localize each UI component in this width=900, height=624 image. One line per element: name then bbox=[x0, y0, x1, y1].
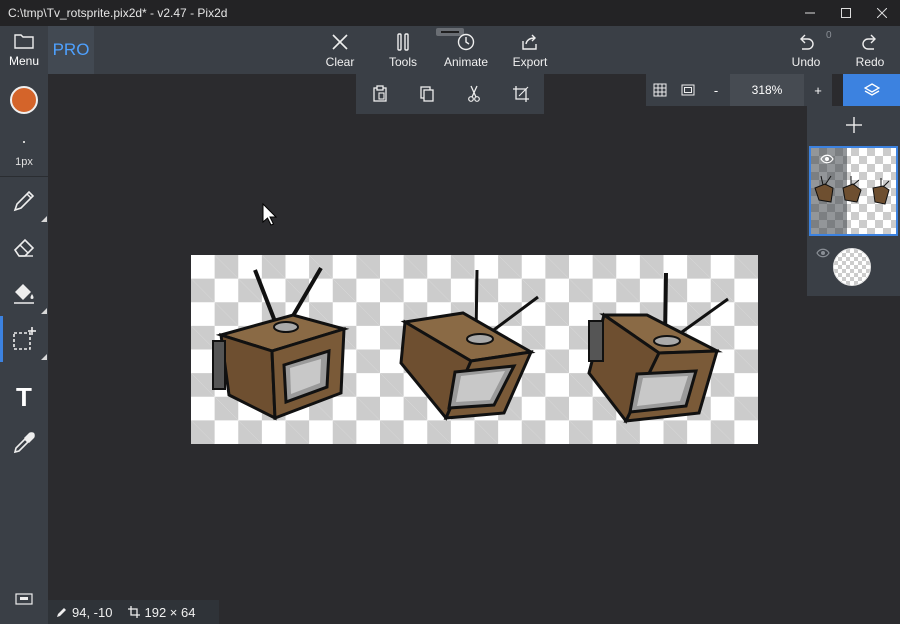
drawing-canvas[interactable] bbox=[191, 255, 758, 444]
redo-icon bbox=[862, 34, 876, 50]
eraser-icon bbox=[13, 238, 35, 257]
window-title: C:\tmp\Tv_rotsprite.pix2d* - v2.47 - Pix… bbox=[8, 6, 228, 20]
copy-icon bbox=[419, 86, 434, 102]
keyboard-icon bbox=[15, 593, 33, 605]
scissors-icon bbox=[467, 85, 480, 102]
fit-screen-button[interactable] bbox=[674, 74, 702, 106]
pencil-icon bbox=[13, 190, 35, 212]
cursor-position: 94, -10 bbox=[56, 605, 112, 620]
brush-size-label[interactable]: 1px bbox=[0, 156, 48, 168]
clock-icon bbox=[457, 33, 475, 50]
eyedropper-icon bbox=[13, 432, 35, 454]
paste-icon bbox=[372, 85, 387, 102]
clear-icon bbox=[332, 33, 348, 50]
divider bbox=[0, 176, 48, 177]
left-sidebar: 1px T bbox=[0, 74, 48, 624]
clear-label: Clear bbox=[325, 54, 355, 69]
menu-label: Menu bbox=[8, 54, 40, 68]
add-layer-button[interactable] bbox=[807, 106, 900, 144]
zoom-in-button[interactable]: + bbox=[804, 74, 832, 106]
tv-sprites-artwork bbox=[212, 266, 729, 424]
menu-button[interactable]: Menu bbox=[0, 26, 48, 74]
layer-thumbnail-2[interactable] bbox=[833, 248, 871, 286]
text-tool[interactable]: T bbox=[0, 374, 48, 420]
animate-button[interactable]: Animate bbox=[441, 26, 491, 74]
mouse-cursor-icon bbox=[262, 202, 278, 232]
text-icon: T bbox=[16, 381, 32, 412]
brush-preview bbox=[23, 141, 25, 143]
top-toolbar: PRO Clear Tools Animate Export Undo 0 Re… bbox=[0, 26, 900, 74]
layers-icon bbox=[863, 83, 880, 96]
canvas-size: 192 × 64 bbox=[128, 605, 195, 620]
tv-sprite-2 bbox=[399, 269, 539, 421]
crop-button[interactable] bbox=[497, 74, 544, 114]
plus-icon bbox=[845, 117, 862, 133]
status-bar: 94, -10 192 × 64 bbox=[48, 600, 220, 624]
pencil-tool[interactable] bbox=[0, 178, 48, 224]
maximize-button[interactable] bbox=[828, 0, 864, 26]
fill-tool[interactable] bbox=[0, 270, 48, 316]
undo-count: 0 bbox=[826, 30, 832, 41]
crop-icon bbox=[128, 606, 141, 618]
submenu-indicator bbox=[41, 308, 47, 314]
zoom-toolbar: - 318% + bbox=[646, 74, 832, 106]
layers-button[interactable] bbox=[843, 74, 900, 106]
undo-label: Undo bbox=[791, 54, 821, 69]
animate-label: Animate bbox=[443, 54, 489, 69]
fit-screen-icon bbox=[681, 84, 695, 96]
share-icon bbox=[522, 34, 537, 50]
tools-icon bbox=[397, 32, 409, 51]
tools-button[interactable]: Tools bbox=[383, 26, 423, 74]
eraser-tool[interactable] bbox=[0, 224, 48, 270]
undo-icon bbox=[800, 34, 814, 50]
grid-icon bbox=[653, 83, 667, 97]
selection-tool[interactable] bbox=[0, 316, 48, 362]
tools-label: Tools bbox=[388, 54, 417, 69]
canvas-size-value: 192 × 64 bbox=[144, 604, 196, 620]
folder-icon bbox=[14, 34, 34, 49]
cursor-position-value: 94, -10 bbox=[72, 604, 113, 620]
undo-button[interactable]: Undo bbox=[788, 26, 824, 74]
paint-bucket-icon bbox=[14, 284, 34, 304]
eyedropper-tool[interactable] bbox=[0, 420, 48, 466]
paste-button[interactable] bbox=[356, 74, 403, 114]
layers-panel bbox=[807, 106, 900, 296]
zoom-out-button[interactable]: - bbox=[702, 74, 730, 106]
redo-button[interactable]: Redo bbox=[852, 26, 888, 74]
keyboard-shortcuts-button[interactable] bbox=[15, 592, 33, 610]
crop-icon bbox=[512, 86, 529, 102]
layer-thumbnail-1[interactable] bbox=[809, 146, 898, 236]
eye-icon[interactable] bbox=[820, 154, 834, 164]
title-bar: C:\tmp\Tv_rotsprite.pix2d* - v2.47 - Pix… bbox=[0, 0, 900, 26]
cut-button[interactable] bbox=[450, 74, 497, 114]
tv-sprite-1 bbox=[212, 266, 350, 421]
selection-icon bbox=[13, 327, 36, 350]
pencil-icon bbox=[57, 608, 66, 617]
clear-button[interactable]: Clear bbox=[320, 26, 360, 74]
submenu-indicator bbox=[41, 354, 47, 360]
edit-toolbar bbox=[356, 74, 544, 114]
primary-color-swatch[interactable] bbox=[10, 86, 38, 114]
maximize-icon bbox=[841, 8, 851, 18]
minimize-button[interactable] bbox=[792, 0, 828, 26]
close-button[interactable] bbox=[864, 0, 900, 26]
zoom-level[interactable]: 318% bbox=[730, 74, 804, 106]
grid-toggle-button[interactable] bbox=[646, 74, 674, 106]
eye-icon[interactable] bbox=[816, 248, 830, 258]
close-icon bbox=[877, 8, 887, 18]
export-label: Export bbox=[512, 54, 548, 69]
copy-button[interactable] bbox=[403, 74, 450, 114]
redo-label: Redo bbox=[855, 54, 885, 69]
submenu-indicator bbox=[41, 216, 47, 222]
pro-badge[interactable]: PRO bbox=[48, 26, 94, 74]
minimize-icon bbox=[805, 12, 815, 14]
export-button[interactable]: Export bbox=[509, 26, 551, 74]
tv-sprite-3 bbox=[587, 272, 729, 424]
